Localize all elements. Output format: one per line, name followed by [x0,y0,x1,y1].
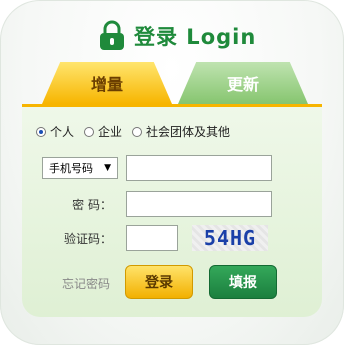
password-input[interactable] [126,191,272,217]
radio-individual[interactable]: 个人 [36,123,74,140]
password-row: 密 码： [42,191,272,217]
login-title: 登录 Login [98,18,256,54]
login-form-panel: 个人 企业 社会团体及其他 手机号码 ▼ 密 码： 验证码： 54HG 忘记密码… [22,104,322,317]
radio-enterprise[interactable]: 企业 [84,123,122,140]
radio-label: 企业 [98,125,123,139]
account-type-value: 手机号码 [49,162,93,175]
radio-selected-icon [36,126,46,137]
login-button[interactable]: 登录 [125,265,193,299]
radio-unselected-icon [132,126,143,137]
captcha-image[interactable]: 54HG [192,225,268,251]
login-card: 登录 Login 增量 更新 个人 企业 社会团体及其他 手机号码 ▼ 密 码：… [0,0,344,345]
radio-label: 个人 [50,125,75,139]
tab-increment[interactable]: 增量 [42,62,172,104]
account-row: 手机号码 ▼ [42,155,272,181]
page-title: 登录 Login [134,25,257,49]
radio-unselected-icon [84,126,95,137]
tab-update[interactable]: 更新 [178,62,308,104]
captcha-label: 验证码： [63,231,112,246]
user-type-radio-group: 个人 企业 社会团体及其他 [36,123,230,140]
lock-icon [98,20,126,52]
chevron-down-icon: ▼ [104,163,111,173]
captcha-input[interactable] [126,225,178,251]
register-button[interactable]: 填报 [209,265,277,299]
captcha-row: 验证码： 54HG [42,225,268,251]
radio-label: 社会团体及其他 [146,125,231,139]
account-type-select[interactable]: 手机号码 ▼ [42,157,118,179]
forgot-password-link[interactable]: 忘记密码 [62,275,110,292]
radio-organization[interactable]: 社会团体及其他 [132,123,230,140]
password-label: 密 码： [72,197,112,212]
tab-bar: 增量 更新 [30,62,314,104]
account-input[interactable] [126,155,272,181]
